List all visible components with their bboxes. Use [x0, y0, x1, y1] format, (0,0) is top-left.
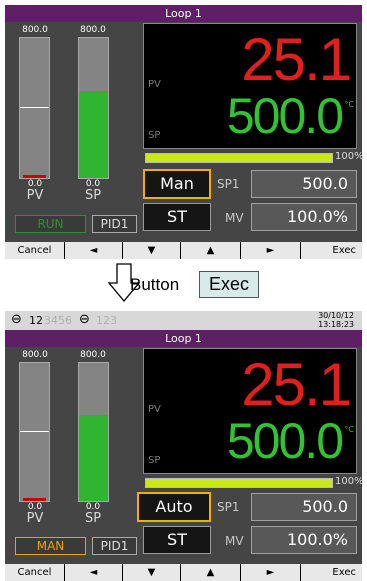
sp-bar-fill — [79, 91, 108, 178]
sp-bar-label: SP — [84, 188, 102, 203]
mv-bar-percent: 100% — [335, 151, 364, 162]
event-digits-dim: 3456 — [44, 314, 72, 327]
sp-bar-max-2: 800.0 — [80, 350, 106, 360]
sp-bar-max: 800.0 — [80, 25, 106, 35]
fn-left-2[interactable]: ◄ — [65, 564, 123, 581]
event-icon: ⊖ — [11, 312, 22, 327]
unit-label: °C — [344, 100, 354, 109]
status-date: 30/10/12 — [318, 311, 354, 320]
loop-title-2: Loop 1 — [165, 332, 202, 345]
mv-bar-fill-2 — [146, 479, 332, 487]
function-key-bar-bottom: Cancel ◄ ▼ ▲ ► Exec — [5, 564, 362, 581]
event-digits-2: 123 — [96, 314, 117, 327]
pv-bar-max: 800.0 — [22, 25, 48, 35]
fn-right[interactable]: ► — [241, 242, 301, 259]
event-digits-active: 12 — [29, 314, 43, 327]
sp-bar — [78, 37, 109, 179]
pv-value-2: 25.1 — [241, 351, 352, 418]
status-time: 13:18:23 — [318, 320, 354, 329]
pv-bar-level-2 — [20, 431, 49, 432]
fn-up-2[interactable]: ▲ — [181, 564, 241, 581]
exec-key-label: Exec — [199, 271, 259, 298]
fn-exec-2[interactable]: Exec — [301, 564, 362, 581]
pv-bar-level — [20, 107, 49, 108]
st-button-2[interactable]: ST — [143, 526, 211, 554]
main-panel-2: 800.0 800.0 0.0 0.0 PV SP PV SP 25.1 500… — [5, 347, 364, 564]
mv-bar-percent-2: 100% — [335, 476, 364, 487]
fn-right-2[interactable]: ► — [241, 564, 301, 581]
mv-bar-fill — [146, 154, 332, 162]
fn-cancel-2[interactable]: Cancel — [5, 564, 65, 581]
fn-down-2[interactable]: ▼ — [123, 564, 181, 581]
pv-tag-2: PV — [148, 404, 161, 415]
instruction-text: Button — [130, 275, 180, 294]
sp1-label-2: SP1 — [217, 500, 240, 514]
sp-tag: SP — [148, 130, 161, 141]
sp-bar-label-2: SP — [84, 511, 102, 526]
mv-bar — [145, 153, 333, 163]
fn-left[interactable]: ◄ — [65, 242, 123, 259]
fn-cancel[interactable]: Cancel — [5, 242, 65, 259]
sp-value-2: 500.0 — [226, 413, 344, 469]
pid-status: PID1 — [92, 215, 137, 233]
mode-button-2[interactable]: Auto — [137, 492, 211, 522]
loop-title: Loop 1 — [165, 7, 202, 20]
pid-status-2: PID1 — [92, 537, 137, 555]
top-screen: Loop 1 800.0 800.0 0.0 0.0 PV SP PV SP 2… — [5, 5, 364, 259]
pv-bar-indicator-2 — [23, 498, 46, 501]
mv-label: MV — [225, 211, 244, 225]
value-display: PV SP 25.1 500.0 °C — [143, 23, 357, 149]
loop-title-bar-2: Loop 1 — [5, 330, 362, 347]
pv-bar-max-2: 800.0 — [22, 350, 48, 360]
mv-label-2: MV — [225, 534, 244, 548]
fn-down[interactable]: ▼ — [123, 242, 181, 259]
st-button[interactable]: ST — [143, 203, 211, 231]
pv-value: 25.1 — [241, 26, 352, 93]
fn-exec[interactable]: Exec — [301, 242, 362, 259]
mv-value[interactable]: 100.0% — [251, 203, 357, 231]
sp-bar-fill-2 — [79, 415, 108, 501]
pv-bar-label: PV — [26, 188, 44, 203]
sp1-label: SP1 — [217, 177, 240, 191]
sp-bar-2 — [78, 362, 109, 502]
event-icon-2: ⊖ — [79, 312, 90, 327]
pv-bar-indicator — [23, 175, 46, 178]
sp-value: 500.0 — [226, 88, 344, 144]
pv-bar-label-2: PV — [26, 511, 44, 526]
man-status: MAN — [15, 537, 86, 555]
sp1-value[interactable]: 500.0 — [251, 170, 357, 198]
sp-tag-2: SP — [148, 455, 161, 466]
pv-tag: PV — [148, 79, 161, 90]
run-status: RUN — [15, 215, 86, 233]
loop-title-bar: Loop 1 — [5, 5, 362, 22]
pv-bar — [19, 37, 50, 179]
value-display-2: PV SP 25.1 500.0 °C — [143, 348, 357, 474]
mode-button[interactable]: Man — [143, 169, 211, 199]
main-panel: 800.0 800.0 0.0 0.0 PV SP PV SP 25.1 500… — [5, 22, 364, 242]
unit-label-2: °C — [344, 425, 354, 434]
fn-up[interactable]: ▲ — [181, 242, 241, 259]
sp1-value-2[interactable]: 500.0 — [251, 493, 357, 521]
status-row: ⊖ 12 3456 ⊖ 123 30/10/12 13:18:23 — [5, 311, 362, 330]
function-key-bar-top: Cancel ◄ ▼ ▲ ► Exec — [5, 242, 362, 259]
mv-value-2[interactable]: 100.0% — [251, 526, 357, 554]
pv-bar-2 — [19, 362, 50, 502]
bottom-screen: ⊖ 12 3456 ⊖ 123 30/10/12 13:18:23 Loop 1… — [5, 311, 364, 581]
mv-bar-2 — [145, 478, 333, 488]
